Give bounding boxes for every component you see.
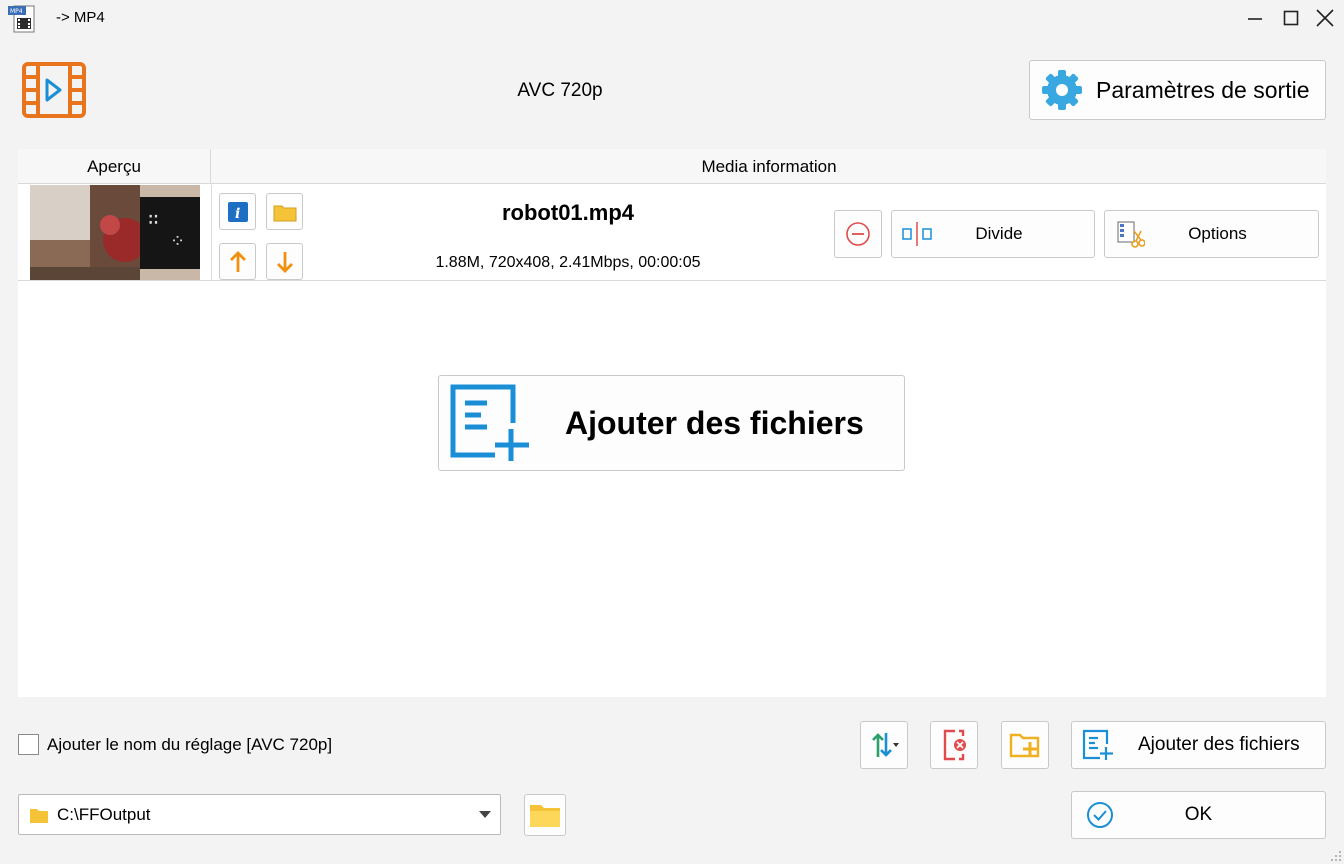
svg-text:∷: ∷ bbox=[148, 209, 159, 230]
gear-icon bbox=[1040, 68, 1084, 112]
maximize-icon bbox=[1283, 10, 1299, 26]
column-divider bbox=[211, 185, 212, 281]
output-settings-label: Paramètres de sortie bbox=[1096, 76, 1310, 103]
clip-scissors-icon bbox=[1113, 217, 1147, 251]
preset-name: AVC 720p bbox=[517, 80, 603, 101]
clear-list-button[interactable] bbox=[930, 721, 978, 769]
minus-circle-icon bbox=[846, 222, 870, 246]
column-header-preview[interactable]: Aperçu bbox=[18, 149, 211, 184]
file-name: robot01.mp4 bbox=[501, 200, 635, 225]
add-file-icon bbox=[449, 383, 533, 463]
arrow-down-icon bbox=[276, 251, 293, 273]
resize-grip-icon[interactable] bbox=[1330, 850, 1342, 862]
divide-button[interactable]: Divide bbox=[891, 210, 1095, 258]
output-settings-button[interactable]: Paramètres de sortie bbox=[1029, 60, 1326, 120]
options-label: Options bbox=[1188, 224, 1247, 243]
output-folder-value: C:\FFOutput bbox=[57, 804, 151, 824]
folder-icon bbox=[273, 205, 296, 221]
table-row[interactable]: ∷ ⁘ i robot01.mp4 1.88M, 720x408, 2.41Mb… bbox=[18, 185, 1326, 281]
video-thumbnail: ∷ ⁘ bbox=[30, 185, 200, 280]
add-folder-button[interactable] bbox=[1001, 721, 1049, 769]
ok-label: OK bbox=[1184, 804, 1213, 825]
add-files-main-label: Ajouter des fichiers bbox=[565, 404, 864, 441]
divide-label: Divide bbox=[975, 224, 1023, 243]
output-folder-select[interactable]: C:\FFOutput bbox=[18, 794, 501, 835]
video-film-icon bbox=[22, 62, 86, 118]
title-bar: MP4 -> MP4 bbox=[0, 0, 1344, 36]
add-files-label: Ajouter des fichiers bbox=[1138, 734, 1300, 755]
svg-text:i: i bbox=[235, 206, 240, 222]
sort-arrows-icon bbox=[872, 733, 899, 757]
remove-file-button[interactable] bbox=[834, 210, 882, 258]
minimize-button[interactable] bbox=[1238, 4, 1272, 32]
svg-text:MP4: MP4 bbox=[10, 8, 23, 15]
window-title: -> MP4 bbox=[56, 9, 105, 26]
move-down-button[interactable] bbox=[266, 243, 303, 280]
close-button[interactable] bbox=[1308, 4, 1342, 32]
minimize-icon bbox=[1248, 18, 1262, 20]
close-icon bbox=[1316, 9, 1334, 27]
options-button[interactable]: Options bbox=[1104, 210, 1319, 258]
chevron-down-icon[interactable] bbox=[470, 810, 500, 819]
add-file-icon bbox=[1082, 729, 1114, 761]
info-icon: i bbox=[227, 201, 248, 222]
arrow-up-icon bbox=[229, 250, 246, 272]
table-header: Aperçu Media information bbox=[18, 149, 1326, 184]
append-preset-label[interactable]: Ajouter le nom du réglage [AVC 720p] bbox=[47, 735, 332, 755]
open-folder-button[interactable] bbox=[266, 193, 303, 230]
clear-list-icon bbox=[943, 729, 966, 761]
mp4-file-icon: MP4 bbox=[8, 4, 36, 34]
svg-text:⁘: ⁘ bbox=[170, 231, 185, 252]
check-circle-icon bbox=[1087, 802, 1113, 828]
column-header-media-info[interactable]: Media information bbox=[212, 149, 1326, 184]
file-table: Aperçu Media information ∷ ⁘ i robot01.m… bbox=[18, 149, 1326, 697]
info-button[interactable]: i bbox=[219, 193, 256, 230]
browse-folder-button[interactable] bbox=[524, 794, 566, 836]
folder-icon bbox=[530, 805, 560, 827]
add-files-main-button[interactable]: Ajouter des fichiers bbox=[438, 375, 905, 471]
append-preset-checkbox[interactable] bbox=[18, 734, 39, 755]
sort-button[interactable] bbox=[860, 721, 908, 769]
file-meta: 1.88M, 720x408, 2.41Mbps, 00:00:05 bbox=[435, 254, 701, 271]
add-files-button[interactable]: Ajouter des fichiers bbox=[1071, 721, 1326, 769]
folder-icon bbox=[30, 808, 48, 823]
split-icon bbox=[900, 217, 934, 251]
ok-button[interactable]: OK bbox=[1071, 791, 1326, 839]
move-up-button[interactable] bbox=[219, 243, 256, 280]
maximize-button[interactable] bbox=[1274, 4, 1308, 32]
add-folder-icon bbox=[1009, 733, 1040, 758]
